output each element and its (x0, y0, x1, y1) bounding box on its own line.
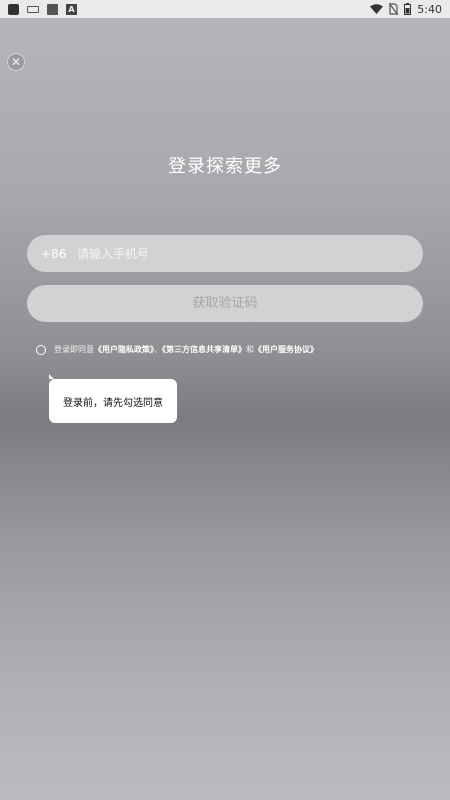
status-bar: A 5:40 (0, 0, 450, 18)
agreement-and: 和 (246, 345, 254, 354)
close-icon: ✕ (10, 55, 22, 69)
phone-input[interactable] (77, 246, 423, 261)
third-party-list-link[interactable]: 《第三方信息共享清单》 (162, 345, 246, 354)
battery-icon (404, 3, 412, 15)
agreement-checkbox[interactable] (36, 344, 46, 355)
close-button[interactable]: ✕ (7, 53, 25, 71)
get-code-button[interactable]: 获取验证码 (27, 285, 423, 322)
image-icon (47, 3, 58, 15)
app-icon (8, 3, 19, 15)
keyboard-icon (27, 5, 39, 13)
agreement-separator: 、 (154, 345, 162, 354)
phone-input-container[interactable]: +86 (27, 235, 423, 272)
agreement-text: 登录即同意《用户隐私政策》、《第三方信息共享清单》和《用户服务协议》 (54, 344, 318, 355)
privacy-policy-link[interactable]: 《用户隐私政策》 (94, 345, 154, 354)
status-time: 5:40 (417, 2, 442, 16)
agreement-row: 登录即同意《用户隐私政策》、《第三方信息共享清单》和《用户服务协议》 (36, 344, 318, 355)
country-code[interactable]: +86 (41, 247, 77, 261)
page-title: 登录探索更多 (168, 156, 282, 177)
agree-tooltip: 登录前，请先勾选同意 (49, 374, 177, 423)
agreement-prefix: 登录即同意 (54, 345, 94, 354)
wifi-icon (370, 3, 384, 14)
font-a-icon: A (66, 3, 77, 15)
service-agreement-link[interactable]: 《用户服务协议》 (254, 345, 318, 354)
no-sim-icon (389, 3, 399, 15)
